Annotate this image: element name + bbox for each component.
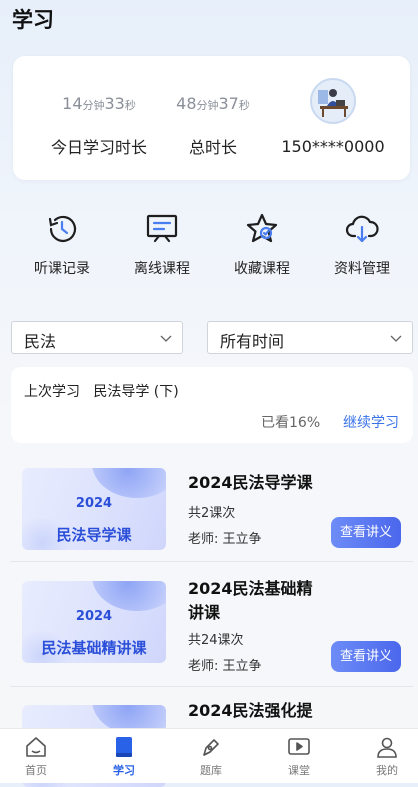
second-unit: 秒	[238, 99, 250, 112]
last-study-card[interactable]: 上次学习 民法导学 (下) 已看16% 继续学习	[11, 367, 413, 443]
today-seconds: 33	[104, 94, 125, 113]
nav-study[interactable]: 学习	[94, 735, 154, 778]
course-lesson-count: 共24课次	[188, 633, 244, 648]
cloud-download-icon	[343, 210, 381, 248]
study-book-icon	[112, 735, 136, 759]
nav-label: 题库	[200, 764, 222, 777]
action-listen-history[interactable]: 听课记录	[12, 210, 112, 278]
action-offline-course[interactable]: 离线课程	[112, 210, 212, 278]
user-phone: 150****0000	[281, 137, 385, 156]
subject-filter-value: 民法	[24, 332, 57, 351]
nav-home[interactable]: 首页	[6, 735, 66, 778]
subject-filter-select[interactable]: 民法	[11, 321, 183, 354]
course-lesson-count: 共2课次	[188, 506, 236, 521]
nav-label: 课堂	[288, 764, 310, 777]
continue-study-link[interactable]: 继续学习	[343, 412, 399, 432]
last-study-info: 上次学习 民法导学 (下)	[24, 381, 179, 401]
chevron-down-icon	[390, 335, 402, 342]
action-material-manage[interactable]: 资料管理	[312, 210, 412, 278]
history-icon	[43, 210, 81, 248]
nav-classroom[interactable]: 课堂	[269, 735, 329, 778]
minute-unit: 分钟	[82, 99, 105, 112]
user-avatar[interactable]	[310, 78, 356, 124]
last-study-label: 上次学习	[24, 384, 80, 400]
today-study-label: 今日学习时长	[50, 138, 147, 157]
total-study-stat: 48分钟37秒 总时长	[159, 92, 267, 158]
nav-label: 我的	[376, 764, 398, 777]
nav-question-bank[interactable]: 题库	[181, 735, 241, 778]
divider	[10, 561, 413, 562]
course-name: 2024民法强化提	[188, 701, 313, 720]
bottom-nav: 首页 学习 题库 课堂 我的	[0, 728, 418, 783]
total-study-time: 48分钟37秒	[159, 92, 267, 116]
quick-actions: 听课记录 离线课程 收藏课程 资料管理	[0, 210, 418, 290]
time-filter-select[interactable]: 所有时间	[207, 321, 413, 354]
today-study-time: 14分钟33秒	[31, 92, 167, 116]
classroom-play-icon	[287, 735, 311, 759]
nav-label: 学习	[113, 764, 135, 777]
chevron-down-icon	[160, 335, 172, 342]
profile-icon	[375, 735, 399, 759]
course-teacher: 老师: 王立争	[188, 659, 262, 674]
last-study-course: 民法导学 (下)	[93, 384, 179, 400]
watch-progress: 已看16%	[261, 415, 321, 431]
total-seconds: 37	[218, 94, 239, 113]
action-label: 离线课程	[134, 261, 190, 277]
action-label: 收藏课程	[234, 261, 290, 277]
course-thumbnail[interactable]: 2024 民法基础精讲课	[22, 581, 166, 663]
action-favorite-course[interactable]: 收藏课程	[212, 210, 312, 278]
total-study-label: 总时长	[188, 138, 237, 157]
page-title: 学习	[12, 8, 54, 32]
minute-unit: 分钟	[196, 99, 219, 112]
second-unit: 秒	[124, 99, 136, 112]
question-bank-icon	[199, 735, 223, 759]
action-label: 听课记录	[34, 261, 90, 277]
divider	[10, 686, 413, 687]
view-handout-button[interactable]: 查看讲义	[331, 641, 401, 672]
nav-label: 首页	[25, 764, 47, 777]
nav-profile[interactable]: 我的	[357, 735, 417, 778]
thumb-title: 民法基础精讲课	[41, 639, 147, 657]
time-filter-value: 所有时间	[220, 332, 285, 351]
thumb-year: 2024	[75, 609, 113, 624]
offline-course-icon	[143, 210, 181, 248]
user-profile[interactable]: 150****0000	[275, 78, 391, 156]
total-minutes: 48	[176, 94, 197, 113]
today-minutes: 14	[62, 94, 83, 113]
today-study-stat: 14分钟33秒 今日学习时长	[31, 92, 167, 158]
home-icon	[24, 735, 48, 759]
action-label: 资料管理	[334, 261, 390, 277]
course-thumbnail[interactable]: 2024 民法导学课	[22, 468, 166, 550]
study-stats-card: 14分钟33秒 今日学习时长 48分钟37秒 总时长 150****0000	[13, 56, 410, 180]
thumb-year: 2024	[75, 496, 113, 511]
favorite-icon	[243, 210, 281, 248]
course-name: 2024民法导学课	[188, 473, 313, 492]
course-name: 2024民法基础精讲课	[188, 579, 313, 622]
thumb-title: 民法导学课	[56, 526, 132, 544]
view-handout-button[interactable]: 查看讲义	[331, 517, 401, 548]
course-teacher: 老师: 王立争	[188, 532, 262, 547]
